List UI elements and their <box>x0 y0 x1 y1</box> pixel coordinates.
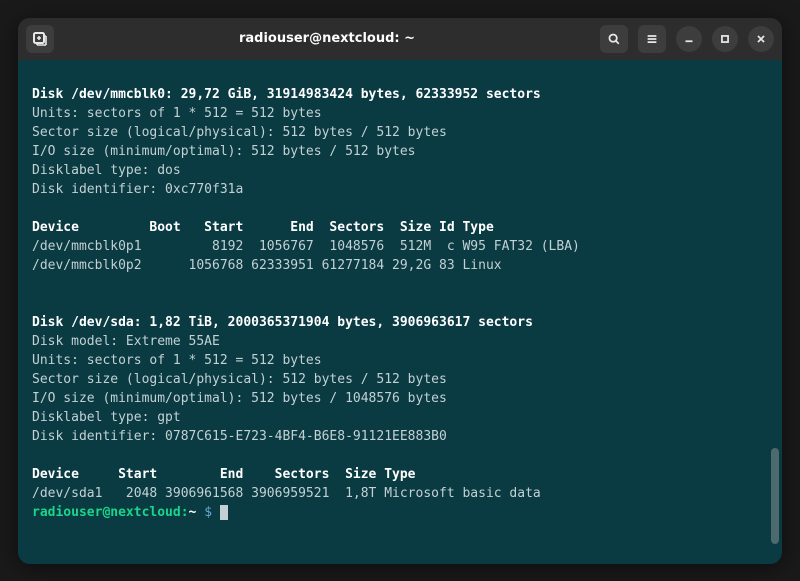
prompt-colon: : <box>181 505 189 520</box>
window-title: radiouser@nextcloud: ~ <box>54 31 600 46</box>
scrollbar-thumb[interactable] <box>771 448 779 544</box>
titlebar-right <box>600 25 774 53</box>
disk0-io-size: I/O size (minimum/optimal): 512 bytes / … <box>32 143 768 162</box>
search-button[interactable] <box>600 25 628 53</box>
hamburger-icon <box>645 32 659 46</box>
titlebar: radiouser@nextcloud: ~ <box>18 18 782 60</box>
disk0-disklabel: Disklabel type: dos <box>32 162 768 181</box>
terminal-window: radiouser@nextcloud: ~ <box>18 18 782 564</box>
cursor <box>220 505 228 520</box>
prompt-user-host: radiouser@nextcloud <box>32 505 181 520</box>
titlebar-left <box>26 25 54 53</box>
new-tab-icon <box>32 31 48 47</box>
disk0-disk-id: Disk identifier: 0xc770f31a <box>32 181 768 200</box>
disk1-header: Disk /dev/sda: 1,82 TiB, 2000365371904 b… <box>32 314 768 333</box>
disk1-disk-id: Disk identifier: 0787C615-E723-4BF4-B6E8… <box>32 428 768 447</box>
disk0-table-header: Device Boot Start End Sectors Size Id Ty… <box>32 219 768 238</box>
minimize-icon <box>682 32 696 46</box>
disk1-sector-size: Sector size (logical/physical): 512 byte… <box>32 371 768 390</box>
prompt-dollar: $ <box>196 505 219 520</box>
disk1-units: Units: sectors of 1 * 512 = 512 bytes <box>32 352 768 371</box>
prompt-line: radiouser@nextcloud:~ $ <box>32 504 768 523</box>
disk1-table-header: Device Start End Sectors Size Type <box>32 466 768 485</box>
close-icon <box>754 32 768 46</box>
disk0-units: Units: sectors of 1 * 512 = 512 bytes <box>32 105 768 124</box>
disk0-header: Disk /dev/mmcblk0: 29,72 GiB, 3191498342… <box>32 86 768 105</box>
maximize-button[interactable] <box>712 26 738 52</box>
disk1-io-size: I/O size (minimum/optimal): 512 bytes / … <box>32 390 768 409</box>
close-button[interactable] <box>748 26 774 52</box>
minimize-button[interactable] <box>676 26 702 52</box>
search-icon <box>607 32 621 46</box>
table-row: /dev/sda1 2048 3906961568 3906959521 1,8… <box>32 485 768 504</box>
terminal-viewport[interactable]: Disk /dev/mmcblk0: 29,72 GiB, 3191498342… <box>18 60 782 564</box>
disk0-sector-size: Sector size (logical/physical): 512 byte… <box>32 124 768 143</box>
table-row: /dev/mmcblk0p2 1056768 62333951 61277184… <box>32 257 768 276</box>
maximize-icon <box>718 32 732 46</box>
table-row: /dev/mmcblk0p1 8192 1056767 1048576 512M… <box>32 238 768 257</box>
new-tab-button[interactable] <box>26 25 54 53</box>
disk1-model: Disk model: Extreme 55AE <box>32 333 768 352</box>
disk1-disklabel: Disklabel type: gpt <box>32 409 768 428</box>
menu-button[interactable] <box>638 25 666 53</box>
